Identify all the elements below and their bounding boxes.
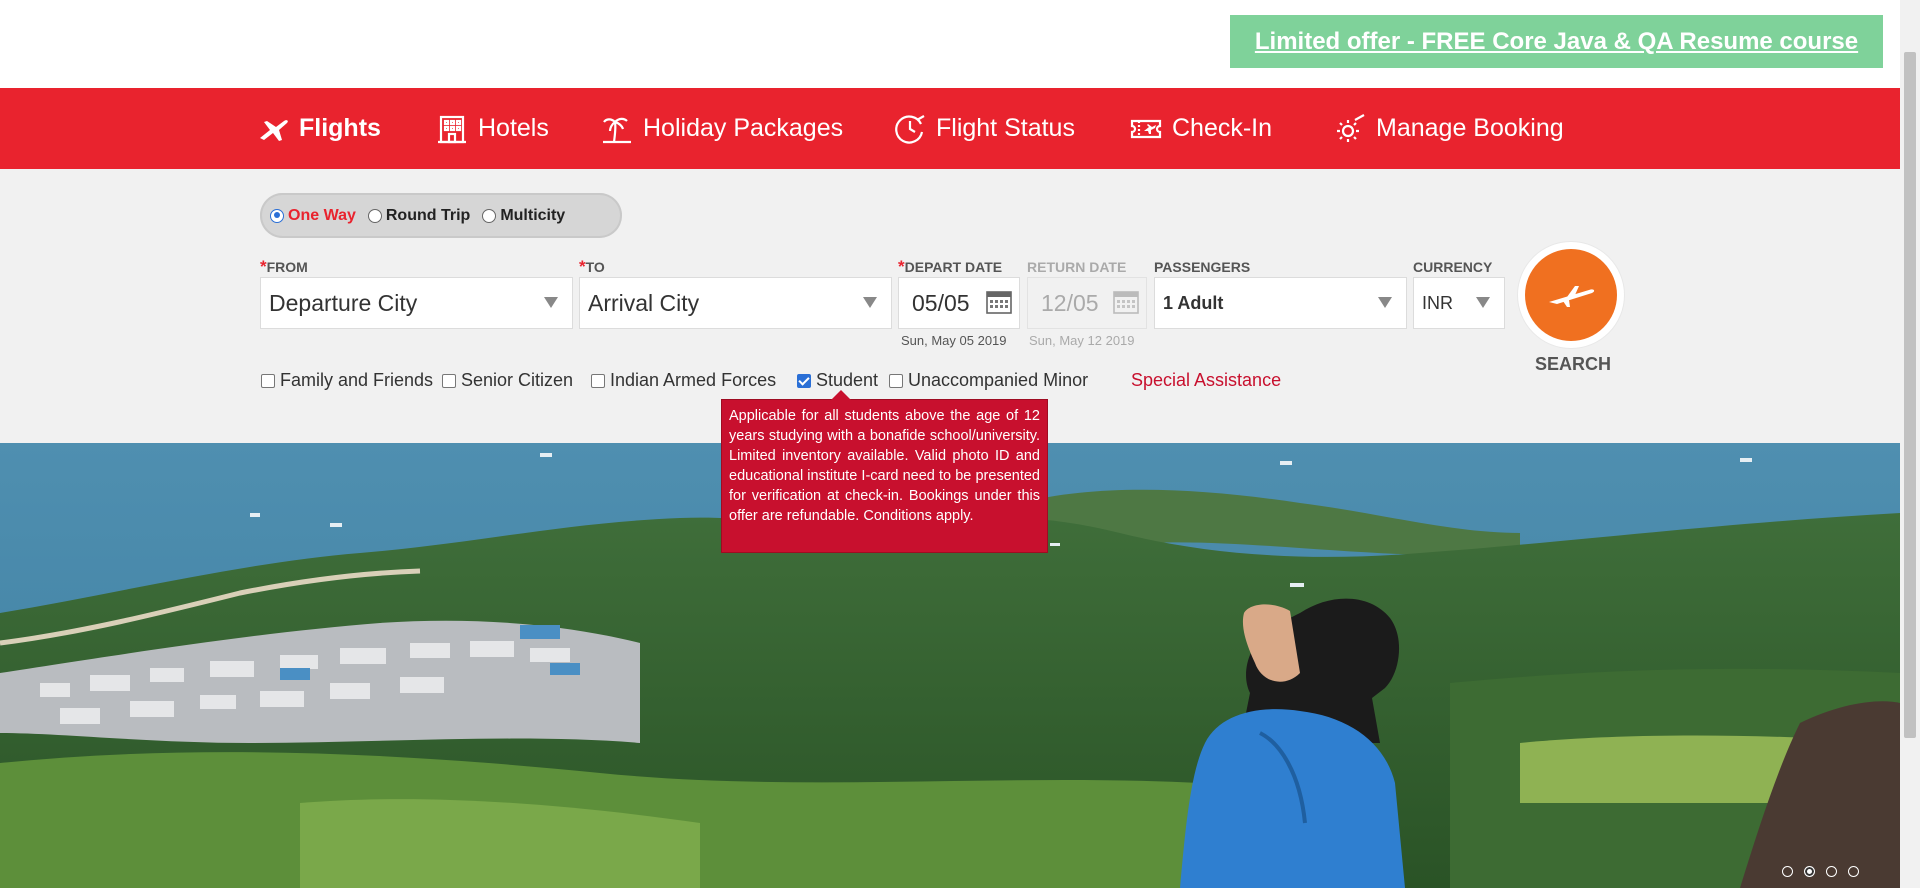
multicity-radio[interactable] [482, 208, 497, 223]
return-date-value: 12/05 [1041, 289, 1099, 316]
plane-icon [260, 119, 288, 141]
to-label: TO [579, 257, 605, 277]
depart-date-input[interactable]: 05/05 [898, 277, 1020, 329]
carousel-dot[interactable] [1826, 866, 1837, 877]
carousel-dot[interactable] [1848, 866, 1859, 877]
senior-checkbox[interactable] [442, 373, 456, 388]
search-button[interactable] [1518, 242, 1624, 348]
passengers-select[interactable]: 1 Adult [1154, 277, 1407, 329]
ticket-icon [1130, 119, 1162, 138]
to-value: Arrival City [588, 289, 700, 316]
carousel-dots [1782, 866, 1870, 877]
nav-flights[interactable]: Flights [256, 88, 381, 169]
main-nav: Flights Hotels Holiday Packages Flight S… [0, 88, 1900, 169]
trip-one-way-label: One Way [288, 206, 356, 224]
concession-family[interactable]: Family and Friends [261, 370, 433, 391]
trip-round-trip[interactable]: Round Trip [367, 206, 471, 225]
nav-manage-booking-label: Manage Booking [1376, 114, 1564, 142]
carousel-dot[interactable] [1782, 866, 1793, 877]
return-date-sub: Sun, May 12 2019 [1029, 333, 1135, 348]
chevron-down-icon [1378, 297, 1392, 308]
nav-manage-booking[interactable]: Manage Booking [1333, 88, 1564, 169]
armed-forces-label: Indian Armed Forces [610, 370, 777, 390]
trip-multicity[interactable]: Multicity [482, 207, 565, 225]
trip-one-way[interactable]: One Way [270, 207, 356, 225]
to-select[interactable]: Arrival City [579, 277, 892, 329]
trip-type-selector: One Way Round Trip Multicity [260, 193, 622, 238]
trip-round-trip-label: Round Trip [385, 206, 471, 224]
family-label: Family and Friends [280, 370, 434, 390]
calendar-icon[interactable] [1113, 289, 1139, 315]
currency-value: INR [1422, 292, 1453, 313]
return-date-label: RETURN DATE [1027, 259, 1127, 275]
nav-flight-status-label: Flight Status [936, 114, 1075, 142]
nav-check-in-label: Check-In [1172, 114, 1273, 142]
from-value: Departure City [269, 289, 418, 316]
student-tooltip: Applicable for all students above the ag… [721, 390, 1048, 553]
from-label: FROM [260, 257, 308, 277]
nav-flights-label: Flights [299, 114, 381, 142]
family-checkbox[interactable] [261, 373, 275, 388]
chevron-down-icon [863, 297, 877, 308]
concession-armed-forces[interactable]: Indian Armed Forces [591, 370, 776, 391]
hotel-icon [438, 115, 466, 143]
chevron-down-icon [544, 297, 558, 308]
concession-student[interactable]: Student [797, 370, 878, 391]
chevron-down-icon [1476, 297, 1490, 308]
passengers-value: 1 Adult [1163, 292, 1224, 313]
carousel-dot-active[interactable] [1804, 866, 1815, 877]
offer-banner: Limited offer - FREE Core Java & QA Resu… [1230, 15, 1883, 68]
concession-senior[interactable]: Senior Citizen [442, 370, 573, 391]
clock-plane-icon [895, 114, 925, 144]
nav-hotels[interactable]: Hotels [435, 88, 549, 169]
nav-holiday-packages-label: Holiday Packages [643, 114, 844, 142]
minor-label: Unaccompanied Minor [908, 370, 1089, 390]
return-date-input[interactable]: 12/05 [1027, 277, 1147, 329]
student-checkbox[interactable] [797, 373, 811, 388]
one-way-radio[interactable] [270, 208, 284, 223]
currency-select[interactable]: INR [1413, 277, 1505, 329]
nav-flight-status[interactable]: Flight Status [893, 88, 1075, 169]
student-label: Student [816, 370, 879, 390]
gear-plane-icon [1337, 113, 1365, 142]
passengers-label: PASSENGERS [1154, 259, 1251, 275]
palm-tree-icon [603, 117, 631, 143]
minor-checkbox[interactable] [889, 373, 903, 388]
senior-label: Senior Citizen [461, 370, 574, 390]
trip-multicity-label: Multicity [500, 206, 566, 224]
offer-link[interactable]: Limited offer - FREE Core Java & QA Resu… [1255, 28, 1858, 56]
scrollbar-thumb[interactable] [1904, 52, 1916, 738]
nav-check-in[interactable]: Check-In [1129, 88, 1272, 169]
currency-label: CURRENCY [1413, 259, 1493, 275]
plane-icon [1549, 286, 1595, 307]
nav-holiday-packages[interactable]: Holiday Packages [600, 88, 843, 169]
depart-date-label: DEPART DATE [898, 257, 1002, 277]
nav-hotels-label: Hotels [478, 114, 549, 142]
calendar-icon[interactable] [986, 289, 1012, 315]
depart-date-sub: Sun, May 05 2019 [901, 333, 1007, 348]
search-label: SEARCH [1534, 354, 1611, 374]
armed-forces-checkbox[interactable] [591, 373, 605, 388]
round-trip-radio[interactable] [367, 208, 382, 223]
special-assistance-link[interactable]: Special Assistance [1131, 370, 1281, 391]
concession-minor[interactable]: Unaccompanied Minor [889, 370, 1088, 391]
depart-date-value: 05/05 [912, 289, 970, 316]
from-select[interactable]: Departure City [260, 277, 573, 329]
page-scrollbar[interactable] [1900, 0, 1920, 888]
